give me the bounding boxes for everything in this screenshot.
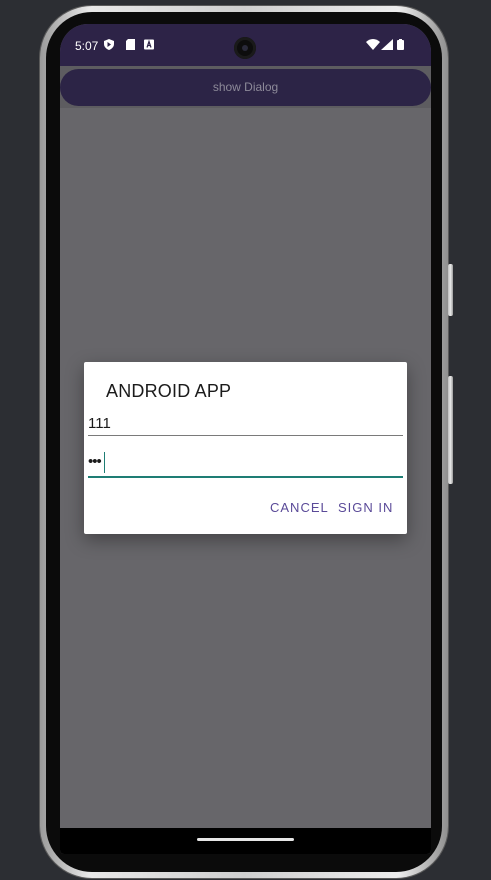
- username-field[interactable]: 111: [88, 413, 403, 436]
- password-field[interactable]: •••: [88, 452, 403, 478]
- sd-card-icon: [125, 39, 135, 50]
- sign-in-button[interactable]: SIGN IN: [338, 500, 393, 515]
- front-camera: [234, 37, 256, 59]
- power-button[interactable]: [448, 264, 453, 316]
- emulator-stage: 5:07 show Dialog ANDROID APP 111 ••• CAN…: [0, 0, 491, 880]
- login-dialog: ANDROID APP 111 ••• CANCEL SIGN IN: [84, 362, 407, 534]
- show-dialog-button[interactable]: show Dialog: [60, 69, 431, 106]
- navigation-bar: [60, 828, 431, 854]
- device-screen: 5:07 show Dialog ANDROID APP 111 ••• CAN…: [60, 24, 431, 854]
- password-value: •••: [88, 453, 102, 470]
- dialog-title: ANDROID APP: [106, 381, 232, 401]
- home-gesture-handle[interactable]: [197, 838, 294, 841]
- text-cursor: [104, 452, 105, 473]
- username-value: 111: [88, 415, 111, 432]
- a-icon: [144, 39, 154, 50]
- status-bar: 5:07: [60, 24, 431, 66]
- battery-icon: [397, 39, 404, 50]
- status-time: 5:07: [75, 39, 99, 53]
- cancel-button[interactable]: CANCEL: [270, 500, 329, 515]
- shield-icon: [104, 39, 114, 50]
- signal-icon: [381, 39, 393, 50]
- wifi-icon: [366, 39, 380, 50]
- volume-button[interactable]: [448, 376, 453, 484]
